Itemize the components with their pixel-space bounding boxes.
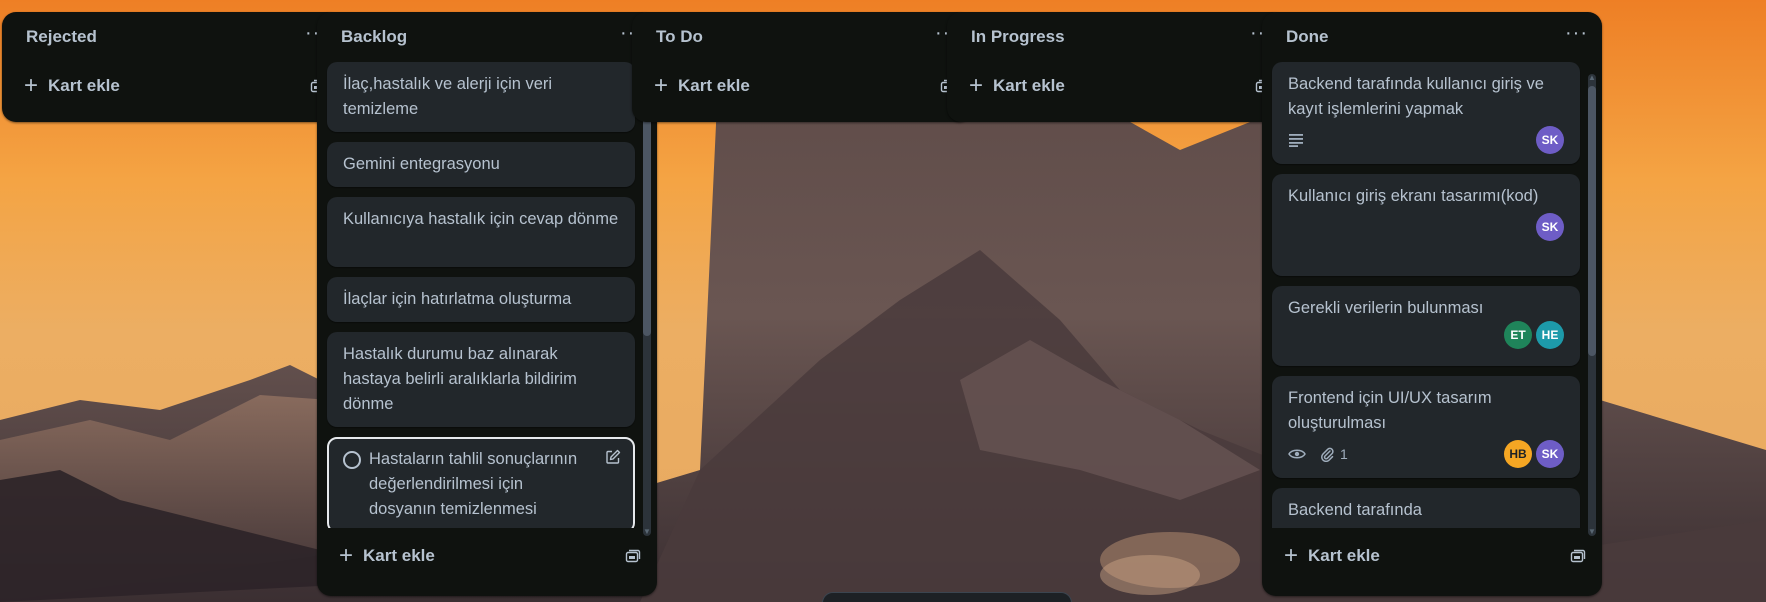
list-title: In Progress: [971, 27, 1065, 46]
card-members: SK: [1536, 126, 1564, 154]
list-title: To Do: [656, 27, 703, 46]
avatar[interactable]: ET: [1504, 321, 1532, 349]
list-header: Rejected ···: [2, 12, 342, 62]
add-card-row: + Kart ekle: [632, 62, 972, 110]
attachment-badge: 1: [1320, 442, 1348, 467]
card-title: Frontend için UI/UX tasarım oluşturulmas…: [1288, 389, 1492, 432]
card-footer: SK: [1288, 213, 1564, 241]
plus-icon: +: [24, 72, 39, 99]
add-card-row: + Kart ekle: [1262, 528, 1602, 584]
plus-icon: +: [1284, 542, 1299, 569]
card-title: İlaç,hastalık ve alerji için veri temizl…: [343, 75, 553, 118]
card-footer: ET HE: [1288, 321, 1564, 349]
add-card-label: Kart ekle: [993, 76, 1065, 95]
scroll-thumb[interactable]: [643, 86, 651, 336]
add-card-button[interactable]: + Kart ekle: [24, 74, 120, 98]
list-backlog: Backlog ··· İlaç,hastalık ve alerji için…: [317, 12, 657, 596]
card[interactable]: Gemini entegrasyonu: [327, 142, 635, 187]
plus-icon: +: [654, 72, 669, 99]
card-title-row: Hastaların tahlil sonuçlarının değerlend…: [343, 447, 593, 522]
more-dots-icon[interactable]: ···: [1565, 23, 1588, 43]
card-footer: 1 HB SK: [1288, 440, 1564, 468]
scroll-up-arrow-icon[interactable]: ▲: [1588, 74, 1596, 82]
card[interactable]: Kullanıcı giriş ekranı tasarımı(kod) SK: [1272, 174, 1580, 276]
bottom-view-switcher[interactable]: [822, 592, 1072, 602]
list-done: Done ··· Backend tarafında kullanıcı gir…: [1262, 12, 1602, 596]
card[interactable]: Backend tarafında kullanıcı giriş ve kay…: [1272, 62, 1580, 164]
card-hovered[interactable]: Hastaların tahlil sonuçlarının değerlend…: [327, 437, 635, 528]
list-title: Rejected: [26, 27, 97, 46]
board-background: Rejected ··· + Kart ekle Backlog ··· İla…: [0, 0, 1766, 602]
card[interactable]: Kullanıcıya hastalık için cevap dönme: [327, 197, 635, 267]
card-members: HB SK: [1504, 440, 1564, 468]
list-header: To Do ···: [632, 12, 972, 62]
add-card-label: Kart ekle: [678, 76, 750, 95]
card-title: Kullanıcı giriş ekranı tasarımı(kod): [1288, 187, 1539, 205]
scroll-down-arrow-icon[interactable]: ▼: [1588, 528, 1596, 536]
list-in-progress: In Progress ··· + Kart ekle: [947, 12, 1287, 122]
card-title: Kullanıcıya hastalık için cevap dönme: [343, 210, 619, 228]
description-lines-icon: [1289, 134, 1303, 147]
avatar[interactable]: SK: [1536, 126, 1564, 154]
avatar[interactable]: HE: [1536, 321, 1564, 349]
list-header: In Progress ···: [947, 12, 1287, 62]
card-members: ET HE: [1504, 321, 1564, 349]
avatar[interactable]: HB: [1504, 440, 1532, 468]
plus-icon: +: [969, 72, 984, 99]
add-card-button[interactable]: + Kart ekle: [1284, 544, 1380, 568]
card-footer: SK: [1288, 126, 1564, 154]
card[interactable]: Hastalık durumu baz alınarak hastaya bel…: [327, 332, 635, 427]
pencil-edit-icon[interactable]: [605, 449, 621, 465]
card-badges: 1: [1288, 442, 1348, 467]
add-card-row: + Kart ekle: [2, 62, 342, 110]
card-title: Backend tarafında: [1288, 501, 1422, 519]
card-clipped[interactable]: Backend tarafında: [1272, 488, 1580, 528]
card-badges: [1288, 133, 1304, 147]
attachment-count: 1: [1340, 445, 1348, 462]
list-header: Done ···: [1262, 12, 1602, 62]
scrollbar[interactable]: ▲ ▼: [1588, 74, 1596, 536]
add-card-label: Kart ekle: [363, 546, 435, 565]
card-template-icon[interactable]: [1570, 549, 1586, 563]
card[interactable]: Gerekli verilerin bulunması ET HE: [1272, 286, 1580, 366]
avatar[interactable]: SK: [1536, 213, 1564, 241]
card[interactable]: Frontend için UI/UX tasarım oluşturulmas…: [1272, 376, 1580, 478]
avatar[interactable]: SK: [1536, 440, 1564, 468]
card-title: Hastaların tahlil sonuçlarının değerlend…: [369, 450, 578, 518]
add-card-row: + Kart ekle: [947, 62, 1287, 110]
list-title: Backlog: [341, 27, 408, 46]
scroll-thumb[interactable]: [1588, 86, 1596, 356]
card[interactable]: İlaçlar için hatırlatma oluşturma: [327, 277, 635, 322]
card-list: Backend tarafında kullanıcı giriş ve kay…: [1262, 62, 1602, 528]
card-title: Gerekli verilerin bulunması: [1288, 299, 1484, 317]
card-template-icon[interactable]: [625, 549, 641, 563]
add-card-button[interactable]: + Kart ekle: [339, 544, 435, 568]
card-members: SK: [1536, 213, 1564, 241]
scroll-down-arrow-icon[interactable]: ▼: [643, 528, 651, 536]
eye-icon: [1288, 449, 1306, 459]
add-card-label: Kart ekle: [48, 76, 120, 95]
paperclip-icon: [1321, 447, 1334, 462]
card-title: Hastalık durumu baz alınarak hastaya bel…: [343, 345, 577, 413]
card[interactable]: İlaç,hastalık ve alerji için veri temizl…: [327, 62, 635, 132]
scrollbar[interactable]: ▲ ▼: [643, 74, 651, 536]
add-card-button[interactable]: + Kart ekle: [969, 74, 1065, 98]
list-todo: To Do ··· + Kart ekle: [632, 12, 972, 122]
add-card-button[interactable]: + Kart ekle: [654, 74, 750, 98]
list-header: Backlog ···: [317, 12, 657, 62]
plus-icon: +: [339, 542, 354, 569]
card-title: Backend tarafında kullanıcı giriş ve kay…: [1288, 75, 1544, 118]
add-card-label: Kart ekle: [1308, 546, 1380, 565]
card-title: Gemini entegrasyonu: [343, 155, 500, 173]
add-card-row: + Kart ekle: [317, 528, 657, 584]
card-list: İlaç,hastalık ve alerji için veri temizl…: [317, 62, 657, 528]
card-title: İlaçlar için hatırlatma oluşturma: [343, 290, 572, 308]
circle-checkbox-icon[interactable]: [343, 451, 361, 469]
list-rejected: Rejected ··· + Kart ekle: [2, 12, 342, 122]
list-title: Done: [1286, 27, 1329, 46]
